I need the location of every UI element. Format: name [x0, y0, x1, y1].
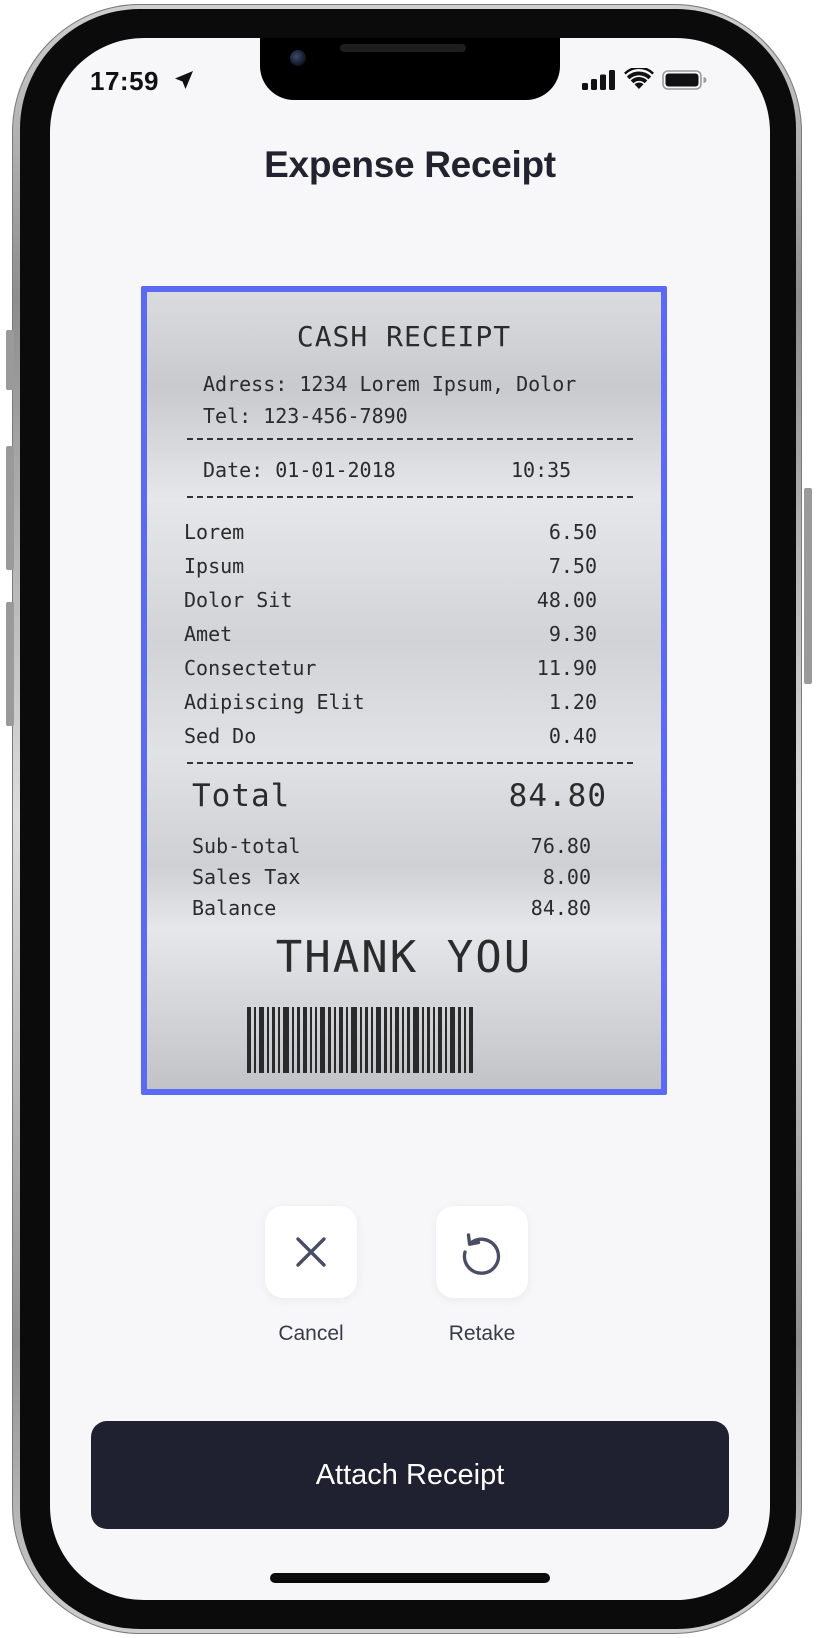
- receipt-total-label: Total: [192, 778, 291, 814]
- receipt-item-name: Dolor Sit: [184, 588, 293, 612]
- receipt-date: Date: 01-01-2018: [203, 458, 396, 482]
- receipt-crop-frame[interactable]: CASH RECEIPT Adress: 1234 Lorem Ipsum, D…: [141, 286, 667, 1095]
- notch: [260, 38, 560, 100]
- receipt-item-name: Ipsum: [184, 554, 245, 578]
- receipt-summary-value: 76.80: [530, 834, 591, 858]
- receipt-item-name: Sed Do: [184, 724, 257, 748]
- receipt-summary-name: Balance: [192, 896, 277, 920]
- barcode: [247, 1007, 557, 1073]
- front-camera: [290, 50, 306, 66]
- receipt-address: Adress: 1234 Lorem Ipsum, Dolor: [203, 372, 577, 396]
- retake-icon: [462, 1233, 501, 1275]
- receipt-item-price: 0.40: [548, 724, 597, 748]
- receipt-divider: [187, 438, 633, 440]
- side-button-power: [804, 488, 812, 684]
- side-button-volume-down: [6, 602, 14, 726]
- attach-receipt-button[interactable]: Attach Receipt: [91, 1421, 729, 1529]
- retake-label[interactable]: Retake: [412, 1322, 552, 1346]
- battery-icon: [662, 70, 707, 90]
- receipt-item-price: 48.00: [536, 588, 597, 612]
- location-arrow-icon: [175, 71, 193, 89]
- retake-button[interactable]: [436, 1206, 528, 1298]
- home-indicator[interactable]: [270, 1573, 550, 1583]
- receipt-total-value: 84.80: [508, 778, 607, 814]
- receipt-item-price: 6.50: [548, 520, 597, 544]
- receipt-item-price: 9.30: [548, 622, 597, 646]
- receipt-item-name: Lorem: [184, 520, 245, 544]
- receipt-thanks: THANK YOU: [275, 932, 533, 983]
- receipt-item-price: 11.90: [536, 656, 597, 680]
- receipt-item-name: Adipiscing Elit: [184, 690, 365, 714]
- receipt-divider: [187, 762, 633, 764]
- cancel-label[interactable]: Cancel: [241, 1322, 381, 1346]
- receipt-heading: CASH RECEIPT: [296, 320, 512, 353]
- phone-screen: 17:59 Expense Receipt CASH RECEIPT Adres…: [50, 38, 770, 1600]
- receipt-divider: [187, 496, 633, 498]
- receipt-summary-value: 84.80: [530, 896, 591, 920]
- receipt-item-price: 7.50: [548, 554, 597, 578]
- receipt-item-name: Amet: [184, 622, 233, 646]
- side-button-silent: [6, 330, 14, 390]
- receipt-summary-name: Sales Tax: [192, 865, 301, 889]
- receipt-tel: Tel: 123-456-7890: [203, 404, 408, 428]
- receipt-image: CASH RECEIPT Adress: 1234 Lorem Ipsum, D…: [147, 292, 661, 1089]
- receipt-summary-name: Sub-total: [192, 834, 301, 858]
- cancel-button[interactable]: [265, 1206, 357, 1298]
- status-time: 17:59: [90, 66, 159, 96]
- receipt-summary-value: 8.00: [542, 865, 591, 889]
- cellular-signal-icon: [582, 70, 615, 90]
- receipt-item-price: 1.20: [548, 690, 597, 714]
- side-button-volume-up: [6, 446, 14, 570]
- earpiece-speaker: [340, 44, 466, 52]
- wifi-icon: [624, 68, 654, 89]
- receipt-time: 10:35: [511, 458, 572, 482]
- page-title: Expense Receipt: [264, 144, 556, 185]
- receipt-item-name: Consectetur: [184, 656, 317, 680]
- close-icon: [296, 1237, 326, 1267]
